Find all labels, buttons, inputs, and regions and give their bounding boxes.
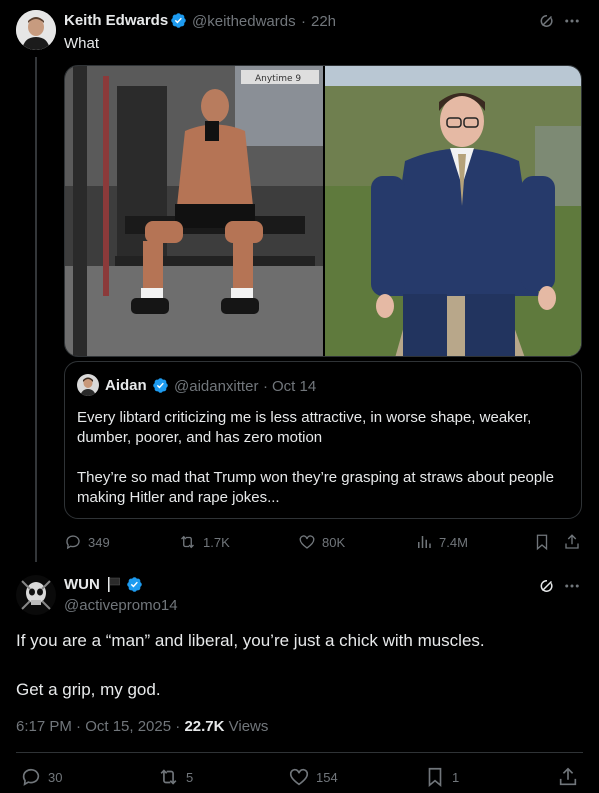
post2-views-label: Views xyxy=(228,718,269,735)
reply-button[interactable]: 349 xyxy=(64,533,110,551)
quote-paragraph-1: Every libtard criticizing me is less att… xyxy=(77,409,532,446)
reply-count: 349 xyxy=(88,534,110,550)
quote-author-name[interactable]: Aidan xyxy=(105,377,147,394)
share-icon xyxy=(559,767,577,786)
more-icon[interactable] xyxy=(562,576,582,596)
views-count: 7.4M xyxy=(439,534,468,550)
post1-avatar[interactable] xyxy=(16,10,56,50)
post1-author-handle[interactable]: @keithedwards xyxy=(192,13,296,30)
like-button[interactable]: 80K xyxy=(298,533,345,551)
repost-icon xyxy=(160,769,177,785)
repost-icon xyxy=(181,535,194,549)
like-count: 154 xyxy=(316,769,338,785)
bookmark-button[interactable]: 1 xyxy=(424,766,459,788)
flag-icon xyxy=(106,576,122,593)
quote-paragraph-2: They’re so mad that Trump won they’re gr… xyxy=(77,469,554,506)
post2-divider xyxy=(16,752,583,753)
share-icon xyxy=(565,534,579,549)
views-button[interactable]: 7.4M xyxy=(415,533,468,551)
gym-sign-text: Anytime 9 xyxy=(255,74,301,84)
post2-paragraph-2: Get a grip, my god. xyxy=(16,680,161,699)
share-button[interactable] xyxy=(557,766,579,788)
quote-tweet[interactable]: Aidan @aidanxitter · Oct 14 Every libtar… xyxy=(64,361,582,519)
bookmark-count: 1 xyxy=(452,769,460,785)
repost-count: 5 xyxy=(186,769,194,785)
post2-paragraph-1: If you are a “man” and liberal, you’re j… xyxy=(16,631,485,650)
post1-author-name[interactable]: Keith Edwards xyxy=(64,12,168,29)
post2-views-count: 22.7K xyxy=(184,718,225,735)
reply-button[interactable]: 30 xyxy=(20,766,62,788)
post2-author-handle[interactable]: @activepromo14 xyxy=(64,597,178,614)
like-button[interactable]: 154 xyxy=(288,766,338,788)
like-icon xyxy=(289,768,309,786)
post1-dot: · xyxy=(301,13,306,30)
reply-count: 30 xyxy=(48,769,63,785)
quote-author-handle[interactable]: @aidanxitter xyxy=(174,378,258,395)
verified-badge-icon xyxy=(152,377,169,394)
reply-icon xyxy=(22,768,40,786)
reply-icon xyxy=(66,535,80,550)
post2-timestamp[interactable]: 6:17 PM · Oct 15, 2025 xyxy=(16,718,171,735)
bookmark-button[interactable] xyxy=(533,533,551,551)
quote-time[interactable]: Oct 14 xyxy=(272,378,316,395)
repost-count: 1.7K xyxy=(203,534,230,550)
post1-time[interactable]: 22h xyxy=(311,13,336,30)
grok-icon[interactable] xyxy=(537,576,557,596)
thread-line xyxy=(35,57,37,562)
repost-button[interactable]: 1.7K xyxy=(178,533,230,551)
post2-avatar[interactable] xyxy=(16,575,56,615)
share-button[interactable] xyxy=(563,533,581,551)
quote-dot: · xyxy=(263,378,268,395)
like-icon xyxy=(299,535,315,549)
quote-avatar[interactable] xyxy=(77,374,99,396)
more-icon[interactable] xyxy=(562,11,582,31)
post1-text: What xyxy=(64,35,100,52)
repost-button[interactable]: 5 xyxy=(157,766,193,788)
bookmark-icon xyxy=(428,767,442,788)
verified-badge-icon xyxy=(170,12,187,29)
views-icon xyxy=(418,536,431,548)
grok-icon[interactable] xyxy=(537,11,557,31)
bookmark-icon xyxy=(536,534,548,551)
post2-meta: 6:17 PM · Oct 15, 2025 · 22.7K Views xyxy=(16,718,268,735)
post1-media[interactable]: Anytime 9 xyxy=(64,65,582,357)
verified-badge-icon xyxy=(126,576,143,593)
like-count: 80K xyxy=(322,534,346,550)
post2-author-name[interactable]: WUN xyxy=(64,576,100,593)
